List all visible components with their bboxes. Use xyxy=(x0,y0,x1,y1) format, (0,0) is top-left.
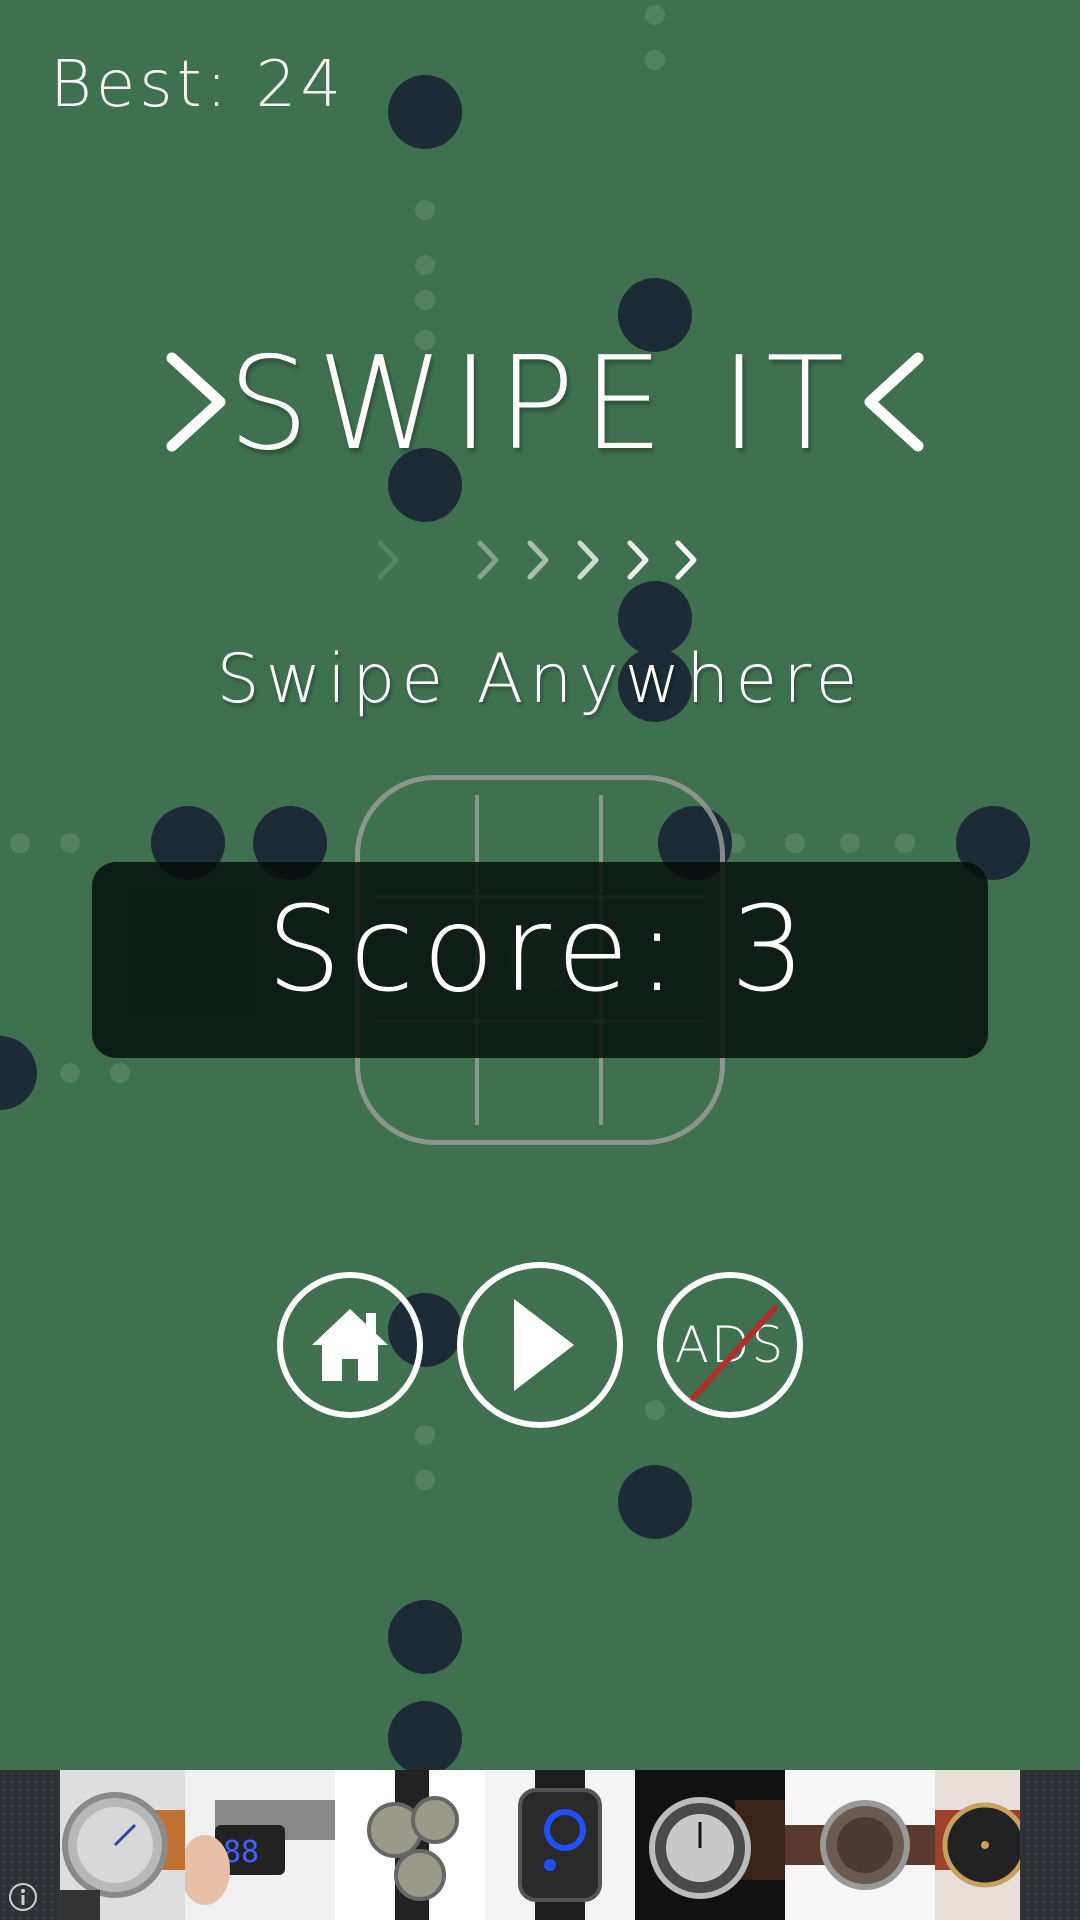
strike-icon xyxy=(690,1305,778,1401)
watch-thumbnail[interactable] xyxy=(335,1770,485,1920)
ad-banner[interactable]: 88 xyxy=(0,1770,1080,1920)
watch-thumbnail[interactable] xyxy=(935,1770,1020,1920)
game-screen[interactable]: Best: 24 SWIPE IT Swipe Anywhere Score: … xyxy=(0,0,1080,1920)
dot xyxy=(618,1465,692,1539)
dot xyxy=(0,1036,37,1110)
watch-thumbnail[interactable] xyxy=(635,1770,785,1920)
home-button[interactable] xyxy=(277,1272,423,1418)
chevron-trail-icon xyxy=(377,540,697,580)
home-icon xyxy=(312,1309,388,1381)
remove-ads-button[interactable]: ADS xyxy=(657,1272,803,1418)
swipe-hint: Swipe Anywhere xyxy=(216,640,864,719)
dot xyxy=(388,1600,462,1674)
chevron-left-icon xyxy=(864,352,924,452)
dot xyxy=(388,75,462,149)
score-label: Score: 3 xyxy=(266,880,814,1018)
play-icon xyxy=(514,1299,574,1391)
watch-thumbnail[interactable]: 88 xyxy=(185,1770,335,1920)
watch-thumbnail[interactable] xyxy=(485,1770,635,1920)
watch-thumbnail[interactable] xyxy=(785,1770,935,1920)
play-button[interactable] xyxy=(457,1262,623,1428)
best-score: Best: 24 xyxy=(50,48,346,122)
dot xyxy=(388,1701,462,1775)
info-icon[interactable] xyxy=(8,1882,38,1912)
watch-thumbnail[interactable] xyxy=(60,1770,185,1920)
